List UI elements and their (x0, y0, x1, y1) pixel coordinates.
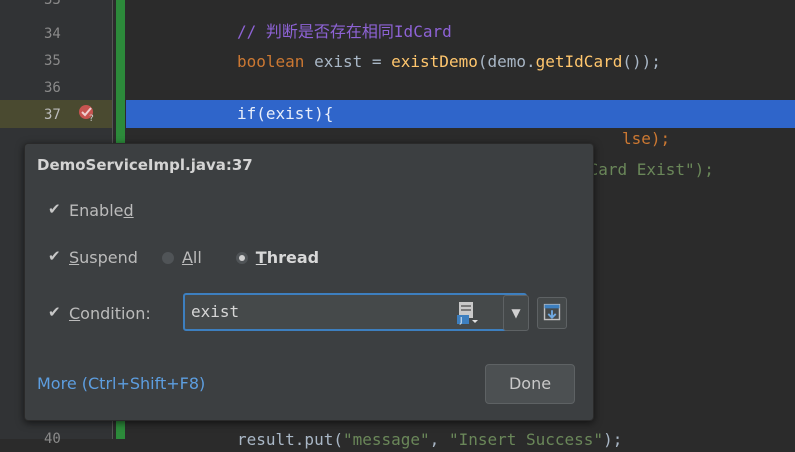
radio-thread-label[interactable]: hread (267, 248, 319, 267)
code-text: lse); (622, 129, 671, 148)
line-number[interactable]: 40 (44, 428, 61, 450)
keyword: boolean (237, 52, 305, 71)
string-literal: "Insert Success" (448, 430, 604, 449)
more-settings-link[interactable]: More (Ctrl+Shift+F8) (37, 374, 205, 393)
comment-text: 判断是否存在相同 (265, 22, 394, 41)
enabled-mnemonic: d (123, 201, 134, 220)
java-language-icon[interactable]: J (457, 301, 479, 325)
checkbox-checked-icon[interactable] (48, 303, 61, 321)
checkbox-checked-icon[interactable] (48, 200, 61, 218)
condition-checkbox[interactable]: Condition: (48, 303, 151, 324)
condition-mnemonic: C (69, 304, 81, 323)
condition-input-value[interactable]: exist (191, 302, 239, 321)
popup-title: DemoServiceImpl.java:37 (37, 156, 253, 174)
line-number[interactable]: 33 (44, 0, 61, 11)
condition-input[interactable]: exist J (183, 293, 527, 331)
code-text: ()); (622, 52, 661, 71)
radio-thread[interactable] (235, 251, 248, 264)
code-line-40[interactable]: result.put("message", "Insert Success"); (237, 428, 622, 452)
comment-id: IdCard (393, 22, 452, 41)
line-number-current[interactable]: 37 (44, 104, 61, 126)
svg-text:J: J (459, 316, 462, 325)
code-line-37[interactable]: if(exist){ (237, 102, 333, 126)
suspend-label[interactable]: uspend (79, 248, 138, 267)
code-text: , (429, 430, 449, 449)
done-button[interactable]: Done (485, 364, 575, 404)
expand-editor-button[interactable] (537, 297, 567, 329)
condition-label: ondition: (80, 304, 151, 323)
suspend-checkbox[interactable] (48, 247, 61, 265)
svg-text:?: ? (89, 114, 94, 122)
code-text: result.put( (237, 430, 343, 449)
line-number[interactable]: 34 (44, 23, 61, 45)
enabled-checkbox[interactable]: Enabled (48, 200, 134, 221)
breakpoint-line-highlight (126, 100, 795, 128)
suspend-mnemonic[interactable]: S (69, 248, 79, 267)
radio-all-mnemonic[interactable]: A (182, 248, 193, 267)
code-line-39[interactable]: dCard Exist"); (579, 158, 714, 182)
code-text: (demo. (477, 52, 536, 71)
method-call: getIdCard (535, 52, 623, 71)
line-number[interactable]: 36 (44, 77, 61, 99)
line-number[interactable]: 35 (44, 50, 61, 72)
suspend-row: Suspend All Thread (48, 247, 319, 268)
string-literal: "message" (342, 430, 430, 449)
string-literal: dCard Exist"); (579, 160, 714, 179)
code-line-35[interactable]: boolean exist = existDemo(demo.getIdCard… (237, 50, 661, 74)
enabled-label: Enable (69, 201, 124, 220)
radio-thread-mnemonic[interactable]: T (256, 248, 267, 267)
condition-history-dropdown[interactable]: ▼ (503, 295, 529, 331)
code-text: exist = (304, 52, 392, 71)
radio-all[interactable] (161, 251, 174, 264)
code-text: ); (603, 430, 623, 449)
comment-prefix: // (237, 22, 266, 41)
radio-all-label[interactable]: ll (193, 248, 202, 267)
method-call: existDemo (391, 52, 478, 71)
conditional-breakpoint-icon[interactable]: ? (78, 104, 96, 122)
code-line-34[interactable]: // 判断是否存在相同IdCard (237, 20, 452, 44)
breakpoint-properties-popup: DemoServiceImpl.java:37 Enabled Suspend … (24, 143, 594, 421)
